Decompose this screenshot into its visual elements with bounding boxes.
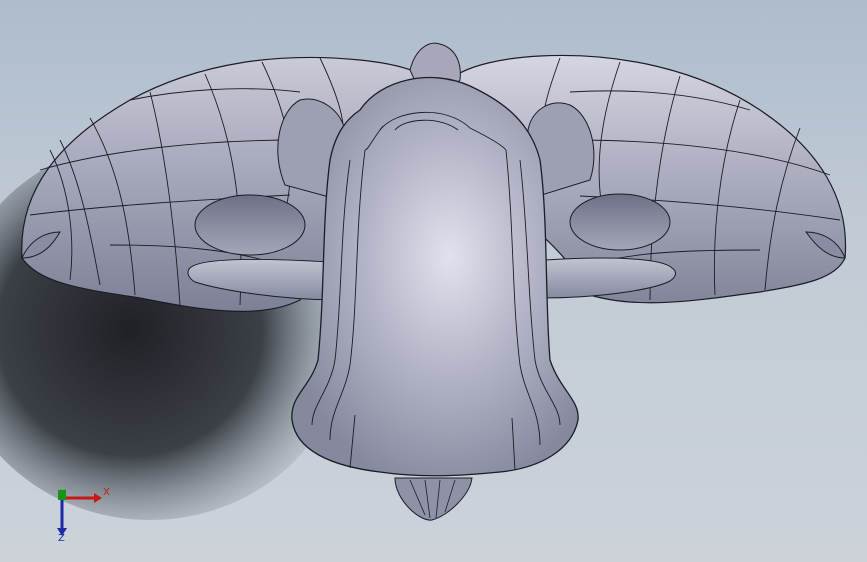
graphics-viewport[interactable]: X Y Z	[0, 0, 867, 562]
y-axis-label: Y	[60, 488, 65, 497]
model-scene[interactable]	[0, 0, 867, 562]
right-eye-socket	[569, 193, 671, 251]
chin-lobe	[394, 477, 473, 521]
z-axis-label: Z	[58, 533, 65, 544]
coordinate-triad: X Y Z	[50, 478, 120, 548]
left-eye-socket	[194, 194, 306, 256]
x-axis-label: X	[103, 487, 110, 498]
